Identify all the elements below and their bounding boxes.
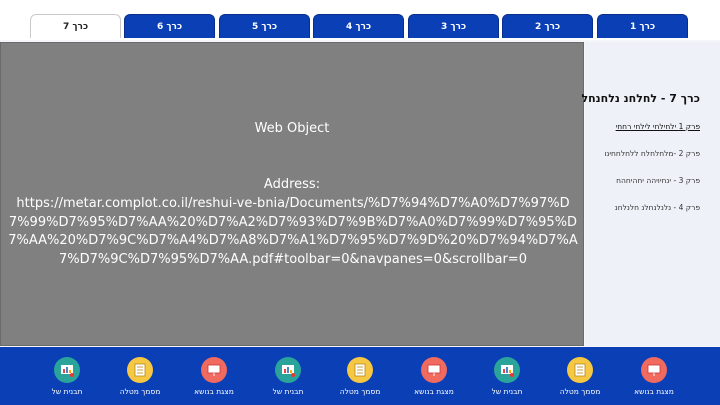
task-document-button[interactable]: מסמך מטלה — [110, 355, 170, 401]
chapter-link-3[interactable]: פרק 3 - ינחיויהה יחהיחהח — [616, 176, 700, 185]
presentation-label: מצגת בנושא — [634, 387, 674, 396]
tab-volume-3[interactable]: כרך 3 — [408, 14, 499, 38]
tab-volume-2[interactable]: כרך 2 — [502, 14, 593, 38]
template-button[interactable]: תבנית של — [477, 355, 537, 401]
resource-toolbar: מצגת בנושא מסמך מטלה תבנית של מצגת בנושא… — [0, 347, 720, 405]
chart-template-icon — [54, 357, 80, 383]
task-document-label: מסמך מטלה — [119, 387, 161, 396]
task-document-label: מסמך מטלה — [339, 387, 381, 396]
web-object-title: Web Object — [254, 121, 330, 136]
task-document-label: מסמך מטלה — [559, 387, 601, 396]
volume-title: כרך 7 - לחלחנ נלחנחל — [581, 92, 700, 105]
chapter-link-1[interactable]: פרק 1 ילחילחי לילחי רחחי — [616, 122, 700, 131]
volume-tab-bar: כרך 7 כרך 6 כרך 5 כרך 4 כרך 3 כרך 2 כרך … — [0, 0, 720, 40]
tab-volume-6[interactable]: כרך 6 — [124, 14, 215, 38]
template-label: תבנית של — [272, 387, 304, 396]
presentation-button[interactable]: מצגת בנושא — [184, 355, 244, 401]
chart-template-icon — [275, 357, 301, 383]
template-button[interactable]: תבנית של — [258, 355, 318, 401]
task-document-button[interactable]: מסמך מטלה — [330, 355, 390, 401]
tab-volume-4[interactable]: כרך 4 — [313, 14, 404, 38]
web-object-address: https://metar.complot.co.il/reshui-ve-bn… — [8, 196, 578, 267]
presentation-label: מצגת בנושא — [194, 387, 234, 396]
template-label: תבנית של — [491, 387, 523, 396]
chapter-link-4[interactable]: פרק 4 - נלנלנחלנ חלנלחנ — [615, 203, 700, 212]
tab-volume-5[interactable]: כרך 5 — [219, 14, 310, 38]
document-icon — [567, 357, 593, 383]
template-button[interactable]: תבנית של — [37, 355, 97, 401]
presentation-icon — [201, 357, 227, 383]
presentation-icon — [641, 357, 667, 383]
web-object-address-label: Address: — [263, 177, 321, 192]
presentation-button[interactable]: מצגת בנושא — [624, 355, 684, 401]
chart-template-icon — [494, 357, 520, 383]
tab-volume-1[interactable]: כרך 1 — [597, 14, 688, 38]
template-label: תבנית של — [51, 387, 83, 396]
tab-volume-7[interactable]: כרך 7 — [30, 14, 121, 38]
chapter-side-panel: כרך 7 - לחלחנ נלחנחל פרק 1 ילחילחי לילחי… — [581, 42, 720, 346]
document-icon — [347, 357, 373, 383]
chapter-link-2[interactable]: פרק 2 -מלחלחלח ללחלחחינו — [604, 149, 700, 158]
web-object-frame[interactable]: Web Object Address: https://metar.complo… — [0, 42, 584, 346]
presentation-icon — [421, 357, 447, 383]
document-icon — [127, 357, 153, 383]
presentation-label: מצגת בנושא — [414, 387, 454, 396]
task-document-button[interactable]: מסמך מטלה — [550, 355, 610, 401]
presentation-button[interactable]: מצגת בנושא — [404, 355, 464, 401]
